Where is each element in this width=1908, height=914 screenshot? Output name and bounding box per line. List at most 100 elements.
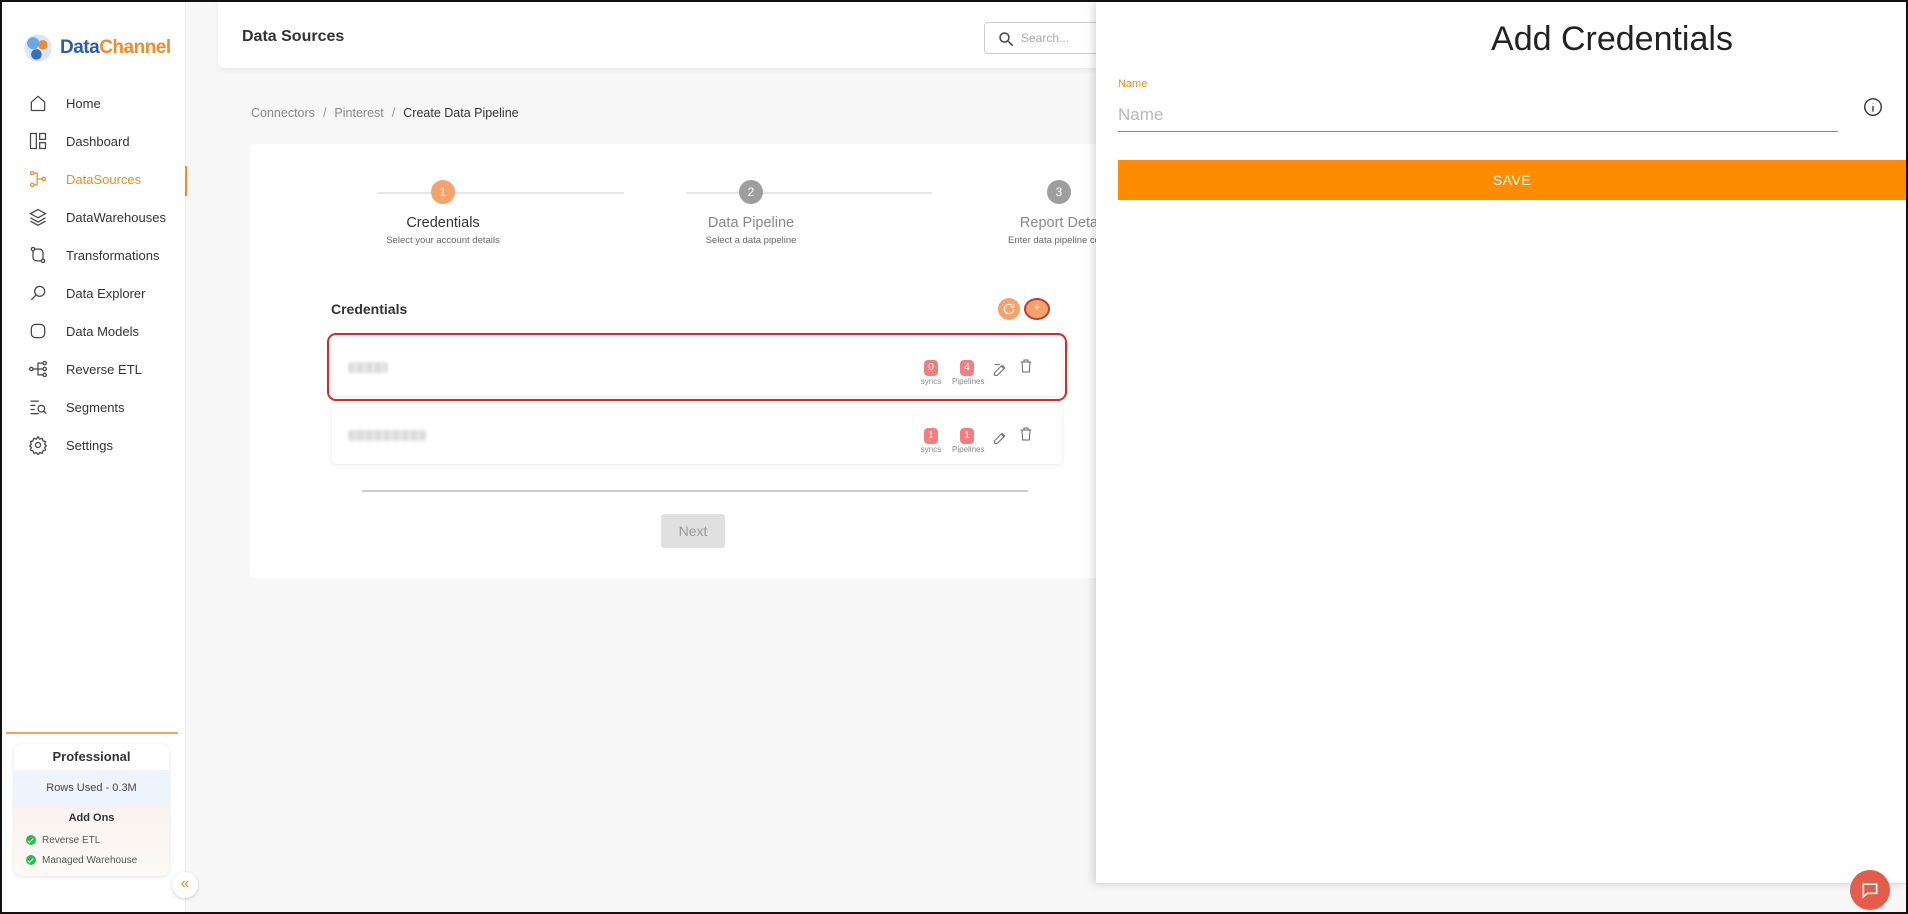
page-title: Data Sources [242, 28, 345, 45]
chat-icon [1862, 883, 1878, 899]
sidebar-item-dashboard[interactable]: Dashboard [2, 122, 186, 160]
brand-logo[interactable]: DataChannel [22, 32, 171, 64]
step-number: 3 [1047, 180, 1071, 204]
segments-icon [30, 400, 47, 415]
breadcrumb-separator: / [391, 106, 396, 120]
syncs-label: syncs [920, 445, 942, 454]
pipelines-stat: 4 Pipelines [952, 357, 985, 386]
step-number: 2 [739, 180, 763, 204]
drawer-title: Add Credentials [1491, 20, 1733, 58]
top-header: Data Sources Search... [218, 2, 1118, 68]
sidebar-item-datawarehouses[interactable]: DataWarehouses [2, 198, 186, 236]
sidebar-item-label: Dashboard [66, 133, 130, 149]
breadcrumb: Connectors / Pinterest / Create Data Pip… [251, 106, 519, 120]
step-data-pipeline[interactable]: 2 Data Pipeline Select a data pipeline [651, 180, 851, 246]
datasources-icon [29, 170, 47, 188]
edit-icon [994, 432, 1006, 444]
sidebar-item-settings[interactable]: Settings [2, 426, 186, 464]
sidebar-item-transformations[interactable]: Transformations [2, 236, 186, 274]
step-subtitle: Select your account details [386, 235, 500, 246]
sidebar-item-label: Reverse ETL [66, 361, 142, 377]
sidebar-item-label: Home [66, 95, 101, 111]
explorer-icon [30, 285, 46, 301]
step-credentials[interactable]: 1 Credentials Select your account detail… [343, 180, 543, 246]
sidebar-item-label: Data Explorer [66, 285, 146, 301]
layers-icon [29, 208, 47, 227]
breadcrumb-separator: / [322, 106, 327, 120]
save-button[interactable]: SAVE [1118, 160, 1906, 200]
credential-name-redacted [348, 362, 388, 373]
sidebar-item-label: DataSources [66, 171, 142, 187]
logo-icon [22, 32, 54, 64]
credential-row[interactable]: 0 syncs 4 Pipelines [327, 333, 1067, 401]
credential-name-redacted [348, 430, 426, 441]
addon-label: Reverse ETL [42, 834, 101, 846]
stepper: 1 Credentials Select your account detail… [250, 144, 1110, 264]
step-number: 1 [431, 180, 455, 204]
pipeline-wizard-card: 1 Credentials Select your account detail… [250, 144, 1110, 578]
sidebar-item-segments[interactable]: Segments [2, 388, 186, 426]
delete-button[interactable] [1018, 426, 1034, 442]
sidebar-item-home[interactable]: Home [2, 84, 186, 122]
info-button[interactable] [1862, 96, 1884, 118]
pipelines-stat: 1 Pipelines [952, 425, 985, 454]
gear-icon [28, 435, 48, 455]
step-title: Data Pipeline [707, 215, 795, 231]
pipelines-label: Pipelines [952, 377, 985, 386]
credentials-heading: Credentials [331, 301, 408, 317]
credential-row[interactable]: 1 syncs 1 Pipelines [332, 406, 1062, 464]
dashboard-icon [29, 132, 47, 150]
search-icon [999, 32, 1014, 47]
edit-button[interactable] [992, 430, 1008, 446]
reverse-etl-icon [29, 360, 47, 378]
sidebar-nav: Home Dashboard DataSources DataWarehouse… [2, 84, 187, 464]
sidebar-item-datasources[interactable]: DataSources [2, 160, 187, 198]
syncs-badge: 0 [924, 360, 938, 376]
info-icon [1864, 98, 1882, 116]
check-circle-icon [26, 855, 36, 865]
addon-item: Managed Warehouse [14, 850, 169, 870]
refresh-button[interactable] [998, 298, 1020, 320]
sidebar-item-label: Settings [66, 437, 113, 453]
sidebar-item-label: DataWarehouses [66, 209, 166, 225]
trash-icon [1020, 427, 1032, 441]
section-divider [362, 490, 1028, 492]
add-credentials-drawer: Add Credentials Name SAVE [1096, 2, 1906, 884]
addon-label: Managed Warehouse [42, 854, 138, 866]
chat-widget-button[interactable] [1850, 870, 1890, 910]
brand-name: DataChannel [60, 37, 171, 59]
home-icon [30, 95, 46, 112]
trash-icon [1020, 359, 1032, 373]
add-credential-button[interactable]: + [1024, 298, 1050, 320]
pipelines-badge: 1 [960, 428, 974, 444]
breadcrumb-connectors[interactable]: Connectors [251, 106, 315, 120]
addons-title: Add Ons [68, 812, 115, 824]
models-icon [30, 323, 46, 339]
sidebar-item-data-explorer[interactable]: Data Explorer [2, 274, 186, 312]
plan-name: Professional [52, 749, 131, 764]
addon-item: Reverse ETL [14, 830, 169, 850]
pipelines-label: Pipelines [952, 445, 985, 454]
refresh-icon [1003, 303, 1015, 315]
sidebar-item-label: Segments [66, 399, 125, 415]
edit-button[interactable] [992, 362, 1008, 378]
name-input[interactable] [1118, 98, 1838, 132]
rows-used: Rows Used - 0.3M [14, 770, 169, 806]
brand-channel-text: Channel [99, 37, 171, 58]
collapse-sidebar-button[interactable]: « [172, 872, 198, 898]
syncs-stat: 1 syncs [916, 425, 946, 454]
sidebar: DataChannel Home Dashboard DataSources D… [2, 2, 198, 912]
sidebar-item-data-models[interactable]: Data Models [2, 312, 186, 350]
syncs-stat: 0 syncs [916, 357, 946, 386]
breadcrumb-pinterest[interactable]: Pinterest [334, 106, 383, 120]
breadcrumb-current: Create Data Pipeline [403, 106, 519, 120]
next-button[interactable]: Next [661, 514, 725, 548]
brand-data-text: Data [60, 37, 100, 58]
sidebar-item-label: Data Models [66, 323, 139, 339]
delete-button[interactable] [1018, 358, 1034, 374]
plan-card: Professional Rows Used - 0.3M Add Ons Re… [14, 744, 169, 876]
sidebar-item-reverse-etl[interactable]: Reverse ETL [2, 350, 186, 388]
check-circle-icon [26, 835, 36, 845]
step-subtitle: Select a data pipeline [705, 235, 797, 246]
syncs-label: syncs [920, 377, 942, 386]
